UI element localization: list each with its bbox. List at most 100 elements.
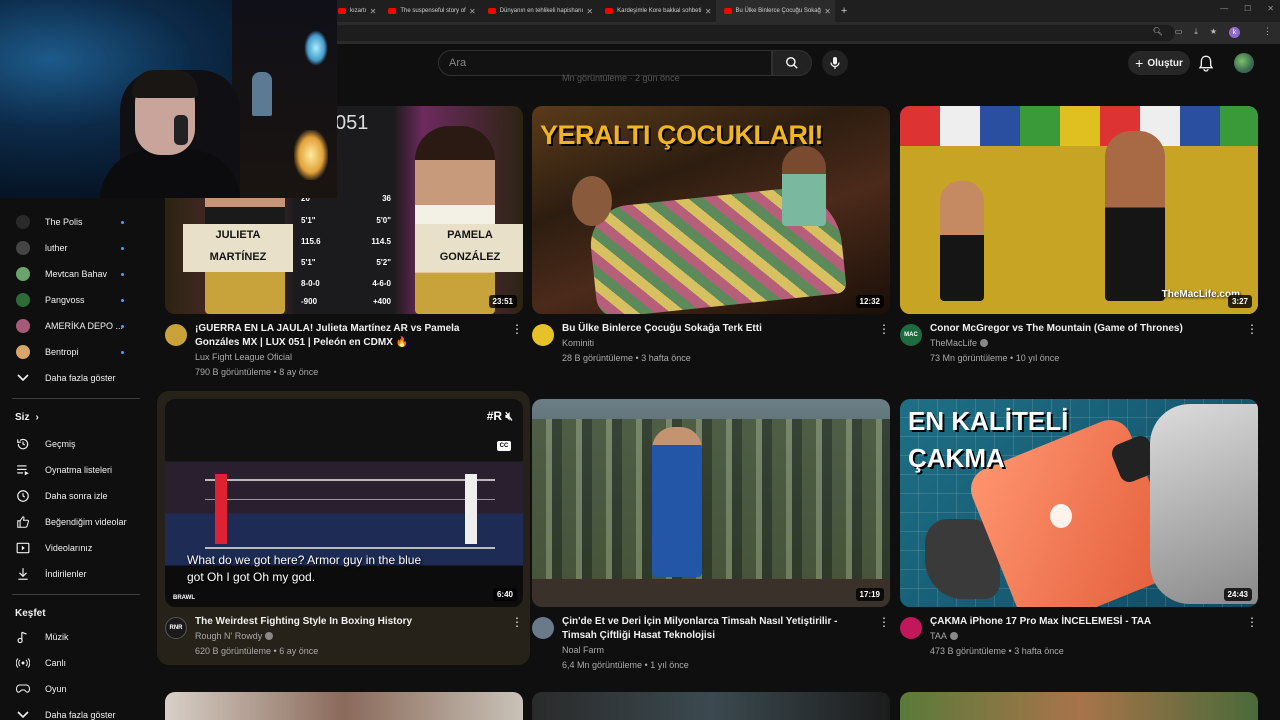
new-content-dot [121, 298, 124, 302]
show-more-explore[interactable]: Daha fazla göster [0, 703, 148, 720]
new-content-dot [121, 246, 124, 250]
thumbnail-stat-row: 8-0-0 4-6-0 [301, 279, 391, 288]
channel-avatar[interactable] [532, 324, 554, 346]
video-thumbnail[interactable]: YERALTI ÇOCUKLARI! 12:32 [532, 106, 890, 314]
video-title[interactable]: Bu Ülke Binlerce Çocuğu Sokağa Terk Etti [562, 322, 867, 336]
new-content-dot [121, 220, 124, 224]
browser-tab[interactable]: Dünyanın en tehlikeli hapishanı ✕ [480, 0, 597, 22]
show-more-subscriptions[interactable]: Daha fazla göster [0, 366, 148, 390]
video-thumbnail[interactable]: TheMacLife.com 3:27 [900, 106, 1258, 314]
channel-avatar [16, 241, 30, 255]
omnibox[interactable] [330, 25, 1175, 41]
video-meta: Çin'de Et ve Deri İçin Milyonlarca Timsa… [532, 615, 890, 675]
sidebar-item-music[interactable]: Müzik [0, 625, 148, 649]
channel-name[interactable]: TAA [930, 631, 958, 641]
channel-name[interactable]: Lux Fight League Oficial [195, 352, 292, 362]
cast-icon[interactable]: ▭ [1175, 27, 1183, 38]
video-title[interactable]: The Weirdest Fighting Style In Boxing Hi… [195, 615, 500, 629]
video-card[interactable]: 17:19 Çin'de Et ve Deri İçin Milyonlarca… [532, 399, 890, 675]
sidebar-item-liked-videos[interactable]: Beğendiğim videolar [0, 510, 148, 534]
sidebar-subscription[interactable]: luther [0, 236, 148, 260]
channel-name[interactable]: Noal Farm [562, 645, 604, 655]
thumbnail-crocodile-rows [532, 419, 890, 589]
sidebar-subscription[interactable]: AMERİKA DEPO ... [0, 314, 148, 338]
video-card[interactable]: EN KALİTELİ ÇAKMA 24:43 ÇAKMA iPhone 17 … [900, 399, 1258, 675]
profile-avatar[interactable]: k [1229, 27, 1240, 38]
video-stats: 473 B görüntüleme • 3 hafta önce [930, 646, 1064, 656]
sidebar-item-your-videos[interactable]: Videolarınız [0, 536, 148, 560]
video-thumbnail[interactable]: 17:19 [532, 399, 890, 607]
channel-avatar [16, 267, 30, 281]
preview-mute-icon[interactable]: #R 🔇︎ [487, 409, 513, 424]
sidebar-subscription[interactable]: Mevtcan Bahav [0, 262, 148, 286]
channel-avatar[interactable] [165, 324, 187, 346]
new-content-dot [121, 324, 124, 328]
more-actions-icon[interactable]: ⋮ [511, 322, 523, 336]
webcam-candle [294, 130, 328, 180]
video-card[interactable]: TheMacLife.com 3:27 MAC Conor McGregor v… [900, 106, 1258, 382]
sidebar-item-playlists[interactable]: Oynatma listeleri [0, 458, 148, 482]
channel-avatar[interactable]: RNR [165, 617, 187, 639]
close-tab-icon[interactable]: ✕ [824, 7, 831, 16]
maximize-icon[interactable]: ☐ [1244, 4, 1251, 13]
page: kızartı ✕ The suspenseful story of ✕ Dünya… [0, 0, 1280, 720]
channel-name[interactable]: Rough N' Rowdy [195, 631, 274, 641]
more-actions-icon[interactable]: ⋮ [1246, 615, 1258, 629]
channel-avatar[interactable] [532, 617, 554, 639]
video-card[interactable]: YERALTI ÇOCUKLARI! 12:32 Bu Ülke Binlerc… [532, 106, 890, 382]
video-preview[interactable]: #R 🔇︎ CC What do we got here? Armor guy … [165, 399, 523, 607]
close-tab-icon[interactable]: ✕ [586, 7, 593, 16]
video-title[interactable]: Conor McGregor vs The Mountain (Game of … [930, 322, 1235, 336]
download-icon[interactable]: ⤓ [1194, 27, 1198, 38]
video-meta: Bu Ülke Binlerce Çocuğu Sokağa Terk Etti… [532, 322, 890, 382]
plus-icon: + [1135, 55, 1144, 71]
close-window-icon[interactable]: ✕ [1267, 4, 1274, 13]
sidebar-subscription[interactable]: Pangvoss [0, 288, 148, 312]
channel-name[interactable]: TheMacLife [930, 338, 989, 348]
video-thumbnail-partial[interactable] [165, 692, 523, 720]
browser-tab[interactable]: The suspenseful story of ✕ [380, 0, 479, 22]
video-card[interactable]: #R 🔇︎ CC What do we got here? Armor guy … [165, 399, 523, 675]
video-title[interactable]: ÇAKMA iPhone 17 Pro Max İNCELEMESİ - TAA [930, 615, 1235, 629]
sidebar-subscription[interactable]: Bentropi [0, 340, 148, 364]
you-section-heading[interactable]: Siz › [15, 412, 39, 423]
new-tab-icon[interactable]: + [841, 5, 847, 17]
account-avatar[interactable] [1234, 53, 1254, 73]
more-actions-icon[interactable]: ⋮ [878, 615, 890, 629]
browser-tab-active[interactable]: Bu Ülke Binlerce Çocuğu Sokağ ✕ [715, 0, 835, 22]
bookmark-star-icon[interactable]: ★ [1210, 27, 1217, 38]
zoom-icon[interactable]: 🔍︎ [1153, 27, 1163, 38]
thumbnail-floor [532, 579, 890, 607]
video-thumbnail-partial[interactable] [900, 692, 1258, 720]
channel-avatar[interactable]: MAC [900, 324, 922, 346]
thumbnail-child [782, 146, 826, 226]
sidebar-item-live[interactable]: Canlı [0, 651, 148, 675]
browser-menu-icon[interactable]: ⋮ [1263, 26, 1272, 37]
video-title[interactable]: Çin'de Et ve Deri İçin Milyonlarca Timsa… [562, 615, 867, 643]
captions-icon[interactable]: CC [497, 441, 511, 451]
channel-avatar[interactable] [900, 617, 922, 639]
close-tab-icon[interactable]: ✕ [370, 7, 377, 16]
sidebar-item-watch-later[interactable]: Daha sonra izle [0, 484, 148, 508]
more-actions-icon[interactable]: ⋮ [878, 322, 890, 336]
more-actions-icon[interactable]: ⋮ [1246, 322, 1258, 336]
channel-name[interactable]: Kominiti [562, 338, 594, 348]
minimize-icon[interactable]: — [1220, 4, 1228, 13]
video-thumbnail[interactable]: EN KALİTELİ ÇAKMA 24:43 [900, 399, 1258, 607]
close-tab-icon[interactable]: ✕ [469, 7, 476, 16]
sidebar-subscription[interactable]: The Polis [0, 210, 148, 234]
close-tab-icon[interactable]: ✕ [705, 7, 712, 16]
sidebar-item-downloads[interactable]: İndirilenler [0, 562, 148, 586]
video-thumbnail-partial[interactable] [532, 692, 890, 720]
browser-tab[interactable]: kızartı ✕ [330, 0, 380, 22]
browser-tab[interactable]: Kardeşimle Kore bakkal sohbeti ✕ [597, 0, 715, 22]
voice-search-button[interactable] [822, 50, 848, 76]
create-button[interactable]: + Oluştur [1128, 51, 1190, 75]
sidebar-item-history[interactable]: Geçmiş [0, 432, 148, 456]
search-button[interactable] [772, 50, 812, 76]
more-actions-icon[interactable]: ⋮ [511, 615, 523, 629]
notifications-button[interactable] [1198, 54, 1214, 77]
video-meta: ÇAKMA iPhone 17 Pro Max İNCELEMESİ - TAA… [900, 615, 1258, 675]
sidebar-item-gaming[interactable]: Oyun [0, 677, 148, 701]
video-title[interactable]: ¡GUERRA EN LA JAULA! Julieta Martínez AR… [195, 322, 500, 350]
